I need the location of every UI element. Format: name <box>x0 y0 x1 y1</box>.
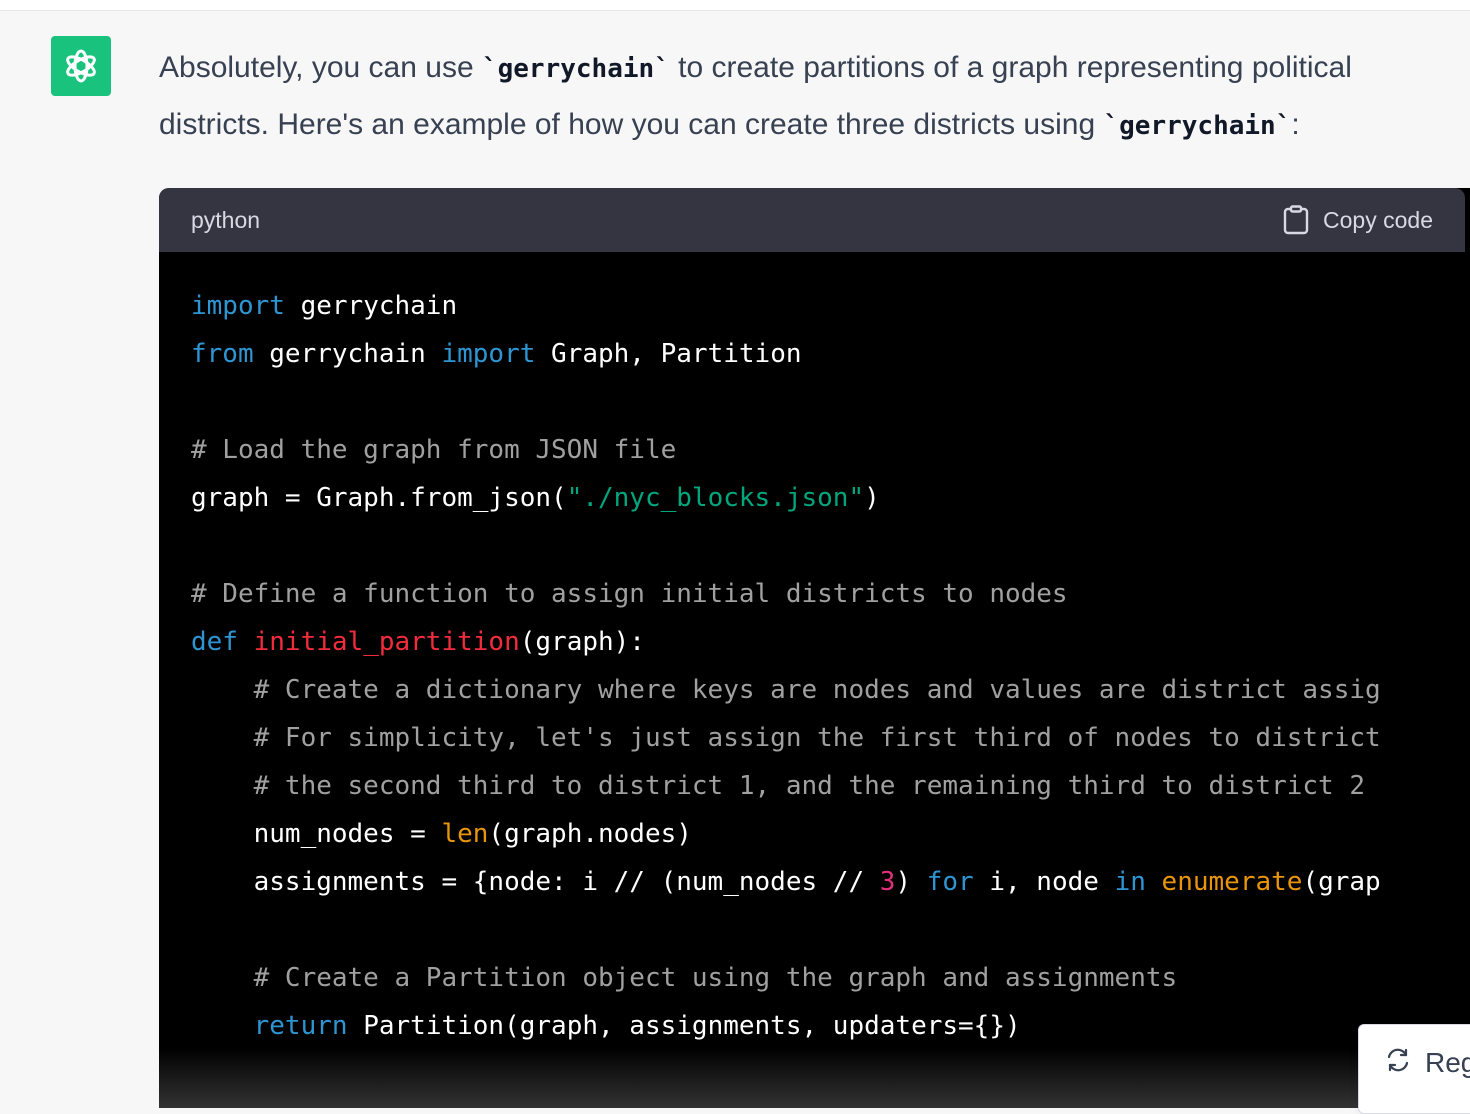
code-comment: # Create a Partition object using the gr… <box>191 963 1178 993</box>
code-token: (grap <box>1302 867 1381 897</box>
copy-code-label: Copy code <box>1323 206 1433 233</box>
code-token: (graph): <box>519 627 645 657</box>
code-token: ) <box>895 867 927 897</box>
code-header: python Copy code <box>159 188 1465 252</box>
copy-code-button[interactable]: Copy code <box>1283 205 1433 235</box>
code-token: import <box>191 291 285 321</box>
code-token: from <box>191 339 254 369</box>
code-token: gerrychain <box>284 291 458 321</box>
code-token: num_nodes = <box>191 819 442 849</box>
code-fade-overlay <box>159 1048 1470 1108</box>
message-text: Absolutely, you can use <box>159 51 482 84</box>
code-comment: # Load the graph from JSON file <box>191 435 677 465</box>
code-token: in <box>1114 867 1146 897</box>
assistant-message: Absolutely, you can use `gerrychain` to … <box>159 40 1449 154</box>
refresh-icon <box>1387 1048 1409 1072</box>
regenerate-button[interactable]: Reg <box>1358 1024 1470 1114</box>
code-comment: # the second third to district 1, and th… <box>191 771 1365 801</box>
code-block: python Copy code import gerrychain from … <box>159 188 1470 1108</box>
regenerate-label: Reg <box>1425 1047 1470 1078</box>
code-token: Partition(graph, assignments, updaters={… <box>347 1011 1021 1041</box>
code-token: i, node <box>973 867 1115 897</box>
code-builtin: enumerate <box>1161 867 1303 897</box>
code-token: ) <box>864 483 880 513</box>
openai-logo-icon <box>66 49 96 83</box>
inline-code: `gerrychain` <box>1103 111 1292 141</box>
code-function-name: initial_partition <box>253 627 520 657</box>
code-token: gerrychain <box>253 339 442 369</box>
code-comment: # For simplicity, let's just assign the … <box>191 723 1381 753</box>
code-token: assignments = {node: i // (num_nodes // <box>191 867 880 897</box>
code-content: import gerrychain from gerrychain import… <box>159 252 1470 1050</box>
clipboard-icon <box>1283 205 1309 235</box>
code-token: Graph, Partition <box>535 339 802 369</box>
code-token: return <box>253 1011 348 1041</box>
code-language-label: python <box>191 206 261 233</box>
top-divider <box>0 0 1470 11</box>
code-comment: # Define a function to assign initial di… <box>191 579 1068 609</box>
message-text: : <box>1291 108 1300 141</box>
code-token: graph = Graph.from_json( <box>191 483 567 513</box>
assistant-avatar <box>51 36 111 96</box>
code-number: 3 <box>879 867 896 897</box>
code-comment: # Create a dictionary where keys are nod… <box>191 675 1381 705</box>
code-token: for <box>926 867 974 897</box>
inline-code: `gerrychain` <box>481 54 670 84</box>
code-token: import <box>441 339 536 369</box>
code-builtin: len <box>441 819 489 849</box>
code-token: def <box>191 627 238 657</box>
code-string: "./nyc_blocks.json" <box>566 483 865 513</box>
code-token: (graph.nodes) <box>488 819 692 849</box>
